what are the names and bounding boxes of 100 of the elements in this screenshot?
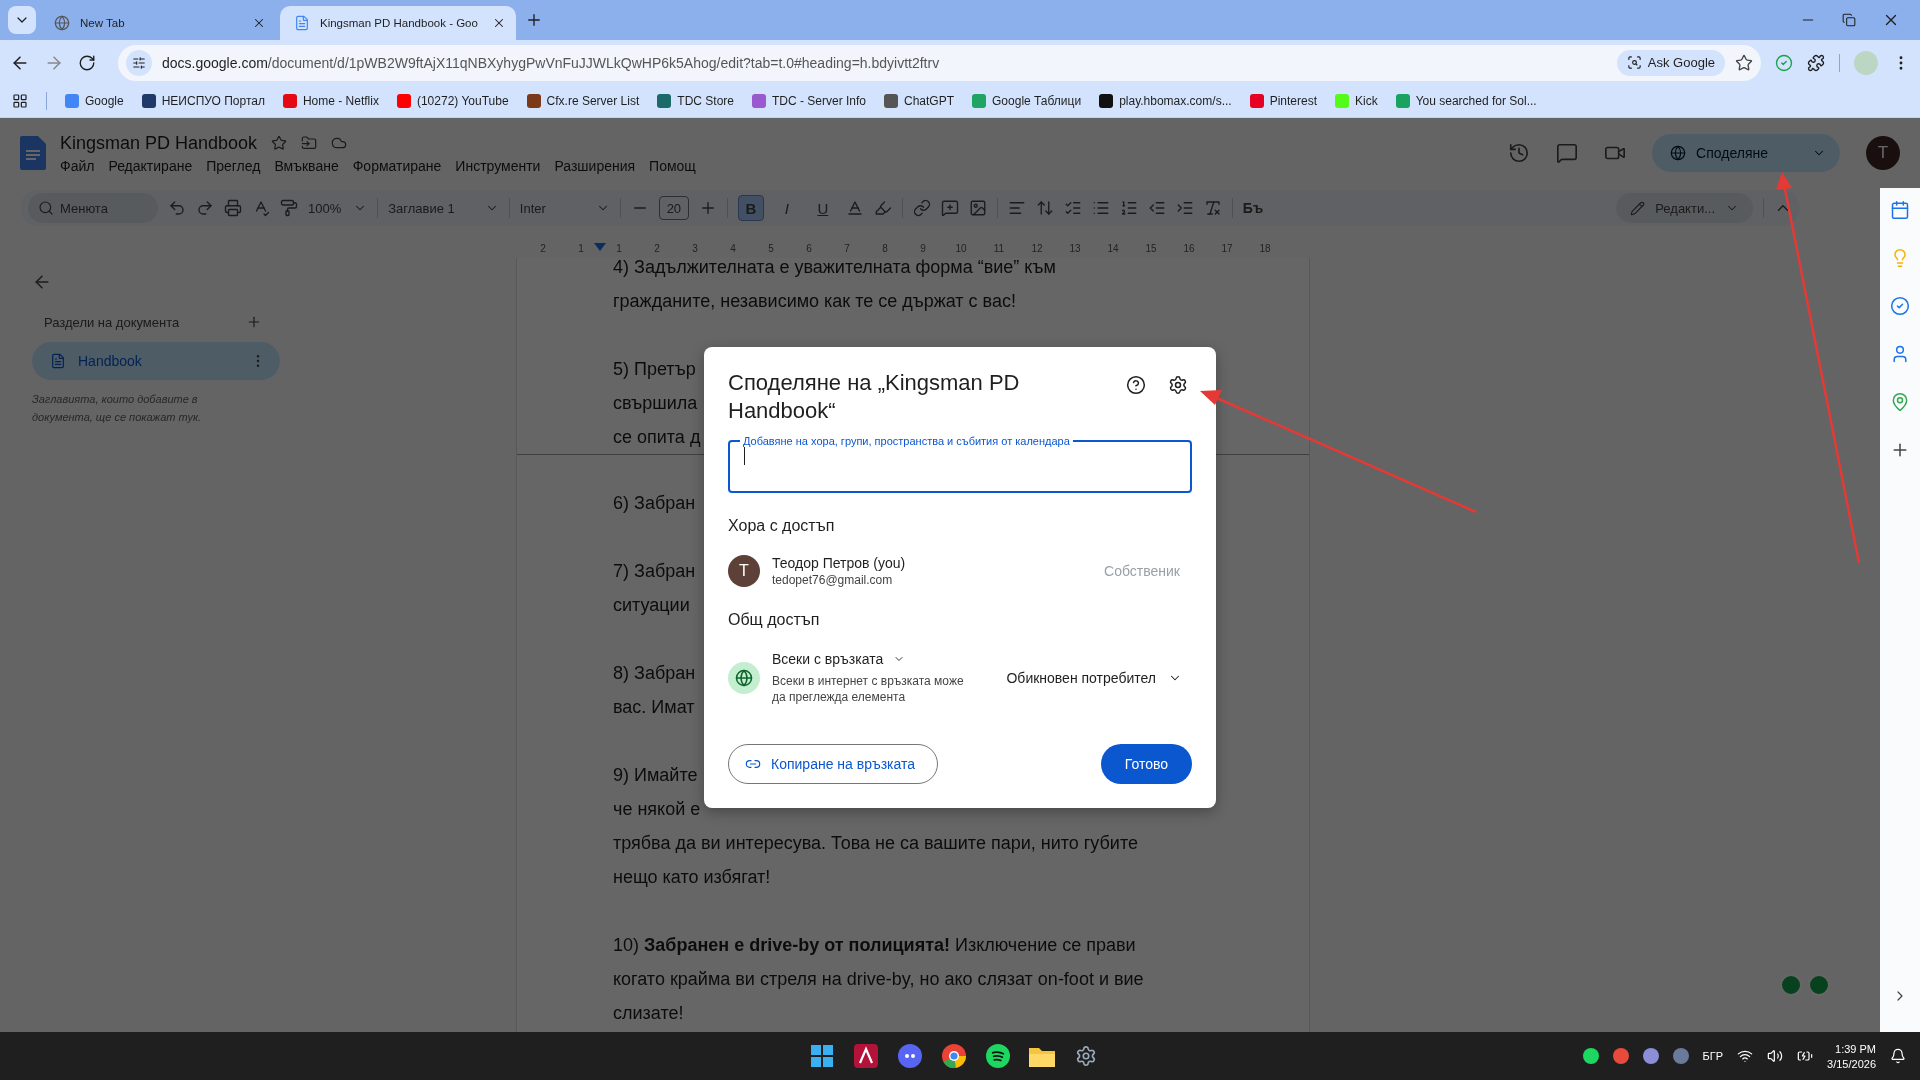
person-name: Теодор Петров (you) <box>772 555 906 571</box>
tab-search-button[interactable] <box>8 6 36 34</box>
comments-icon[interactable] <box>1556 142 1579 164</box>
game-tray-icon[interactable] <box>1672 1048 1689 1064</box>
access-description: Всеки в интернет с връзката може да преглежда елемента <box>772 673 965 705</box>
bookmark-link[interactable]: НЕИСПУО Портал <box>141 94 265 108</box>
document-text-line: гражданите, независимо как те се държат с вас! <box>613 290 1016 313</box>
sidebar-heading: Раздели на документа <box>44 314 180 330</box>
ruler-number: 13 <box>1068 242 1082 254</box>
text-color-icon[interactable] <box>845 199 864 217</box>
bookmark-link[interactable]: Kick <box>1335 94 1378 108</box>
role-dropdown[interactable]: Обикновен потребител <box>1006 670 1192 686</box>
access-dropdown[interactable]: Всеки с връзката <box>772 651 972 667</box>
volume-icon[interactable] <box>1767 1048 1784 1064</box>
battery-icon[interactable] <box>1797 1048 1814 1064</box>
add-comment-icon[interactable] <box>940 199 959 217</box>
chrome-icon <box>54 15 70 31</box>
help-icon[interactable] <box>1126 375 1146 395</box>
reload-icon[interactable] <box>78 53 96 72</box>
line-spacing-icon[interactable] <box>1035 199 1054 217</box>
bookmark-link[interactable]: Cfx.re Server List <box>526 94 640 108</box>
indent-increase-icon[interactable] <box>1175 199 1194 217</box>
music-tray-icon[interactable] <box>1582 1048 1599 1064</box>
bookmark-link[interactable]: play.hbomax.com/s... <box>1099 94 1232 108</box>
undo-icon[interactable] <box>168 199 186 217</box>
ruler-number: 17 <box>1220 242 1234 254</box>
calendar-icon[interactable] <box>1890 200 1910 220</box>
settings-icon[interactable] <box>1168 375 1188 395</box>
clear-formatting-icon[interactable] <box>1203 199 1222 217</box>
music-app-icon[interactable] <box>984 1042 1012 1070</box>
camera-search-icon <box>1626 55 1642 70</box>
notifications-icon[interactable] <box>1890 1048 1906 1064</box>
add-people-field[interactable]: Добавяне на хора, групи, пространства и събития от календара <box>728 435 1192 493</box>
app-icon[interactable] <box>852 1042 880 1070</box>
done-button[interactable]: Готово <box>1100 744 1192 784</box>
document-text-line: 10) Забранен е drive-by от полицията! Изключение се прави <box>613 934 1136 957</box>
bookmark-link[interactable]: Google Таблици <box>972 94 1082 108</box>
image-icon[interactable] <box>968 199 987 217</box>
ruler-number: 5 <box>767 242 775 254</box>
browser-tab[interactable]: Kingsman PD Handbook - Goo <box>280 6 516 40</box>
bookmark-star-icon[interactable] <box>1735 53 1753 72</box>
contacts-icon[interactable] <box>1890 344 1910 364</box>
site-info-icon[interactable] <box>132 55 146 70</box>
docs-logo-icon[interactable] <box>20 136 46 170</box>
section-heading: Хора с достъп <box>728 517 836 535</box>
indent-decrease-icon[interactable] <box>1147 199 1166 217</box>
document-text-line: 4) Задължителната е уважителната форма “вие” към <box>613 258 1056 279</box>
start-icon[interactable] <box>808 1042 836 1070</box>
redo-icon[interactable] <box>196 199 214 217</box>
bookmark-link[interactable]: (10272) YouTube <box>396 94 509 108</box>
extensions-icon[interactable] <box>1807 53 1825 72</box>
indent-marker-icon[interactable] <box>594 243 606 253</box>
checklist-icon[interactable] <box>1063 199 1082 217</box>
dialog-title: Споделяне на „Kingsman PD Handbook“ <box>728 369 1021 425</box>
highlight-icon[interactable] <box>873 199 892 217</box>
document-text-line: ситуации <box>613 594 690 617</box>
document-icon <box>50 353 66 369</box>
tasks-icon[interactable] <box>1890 296 1910 316</box>
browser-icon[interactable] <box>940 1042 968 1070</box>
restore-icon[interactable] <box>1842 13 1856 27</box>
align-icon[interactable] <box>1007 199 1026 217</box>
apps-icon[interactable] <box>12 93 28 109</box>
bookmark-link[interactable]: Pinterest <box>1249 94 1317 108</box>
bookmark-link[interactable]: You searched for Sol... <box>1395 94 1537 108</box>
close-icon[interactable] <box>252 16 266 30</box>
close-icon[interactable] <box>492 16 506 30</box>
move-folder-icon[interactable] <box>301 135 318 151</box>
account-avatar[interactable]: T <box>1866 136 1900 170</box>
print-icon[interactable] <box>224 199 242 217</box>
bulleted-list-icon[interactable] <box>1091 199 1110 217</box>
document-text-line: трябва да ви интересува. Това не са вашите пари, нито губите <box>613 832 1138 855</box>
bookmark-link[interactable]: ChatGPT <box>884 94 955 108</box>
link-icon[interactable] <box>912 199 931 217</box>
bookmark-link[interactable]: TDC Store <box>657 94 734 108</box>
address-bar[interactable]: docs.google.com/document/d/1pWB2W9ftAjX11qNBXyhygPwVnFuJJWLkQwHP6k5Ahog/edit?tab=t.0#heading=h.bdyivtt2ftrv Ask Google <box>118 44 1761 81</box>
star-icon[interactable] <box>271 135 288 151</box>
chat-app-icon[interactable] <box>896 1042 924 1070</box>
browser-tab[interactable]: New Tab <box>40 6 276 40</box>
history-icon[interactable] <box>1508 142 1531 164</box>
cloud-icon[interactable] <box>331 135 348 151</box>
grammar-extension-icon[interactable] <box>1775 53 1793 72</box>
wifi-icon[interactable] <box>1737 1048 1754 1064</box>
maps-icon[interactable] <box>1890 392 1910 412</box>
ask-google-button[interactable]: Ask Google <box>1616 49 1725 76</box>
chat-tray-icon[interactable] <box>1642 1048 1659 1064</box>
document-text-line: че някой е <box>613 798 701 821</box>
ruler-number: 9 <box>919 242 927 254</box>
bookmark-link[interactable]: TDC - Server Info <box>752 94 866 108</box>
bookmark-link[interactable]: Home - Netflix <box>282 94 379 108</box>
ruler-number: 4 <box>729 242 737 254</box>
numbered-list-icon[interactable] <box>1119 199 1138 217</box>
ruler-number: 3 <box>691 242 699 254</box>
paint-format-icon[interactable] <box>280 199 298 217</box>
language-indicator[interactable]: БГР <box>1702 1050 1724 1062</box>
add-tab-icon[interactable] <box>246 314 262 330</box>
settings-icon[interactable] <box>1075 1045 1097 1067</box>
app-tray-icon[interactable] <box>1612 1048 1629 1064</box>
copy-link-button[interactable]: Копиране на връзката <box>728 744 939 784</box>
bookmark-link[interactable]: Google <box>65 94 124 108</box>
clock[interactable]: 1:39 PM 3/15/2026 <box>1827 1042 1876 1070</box>
